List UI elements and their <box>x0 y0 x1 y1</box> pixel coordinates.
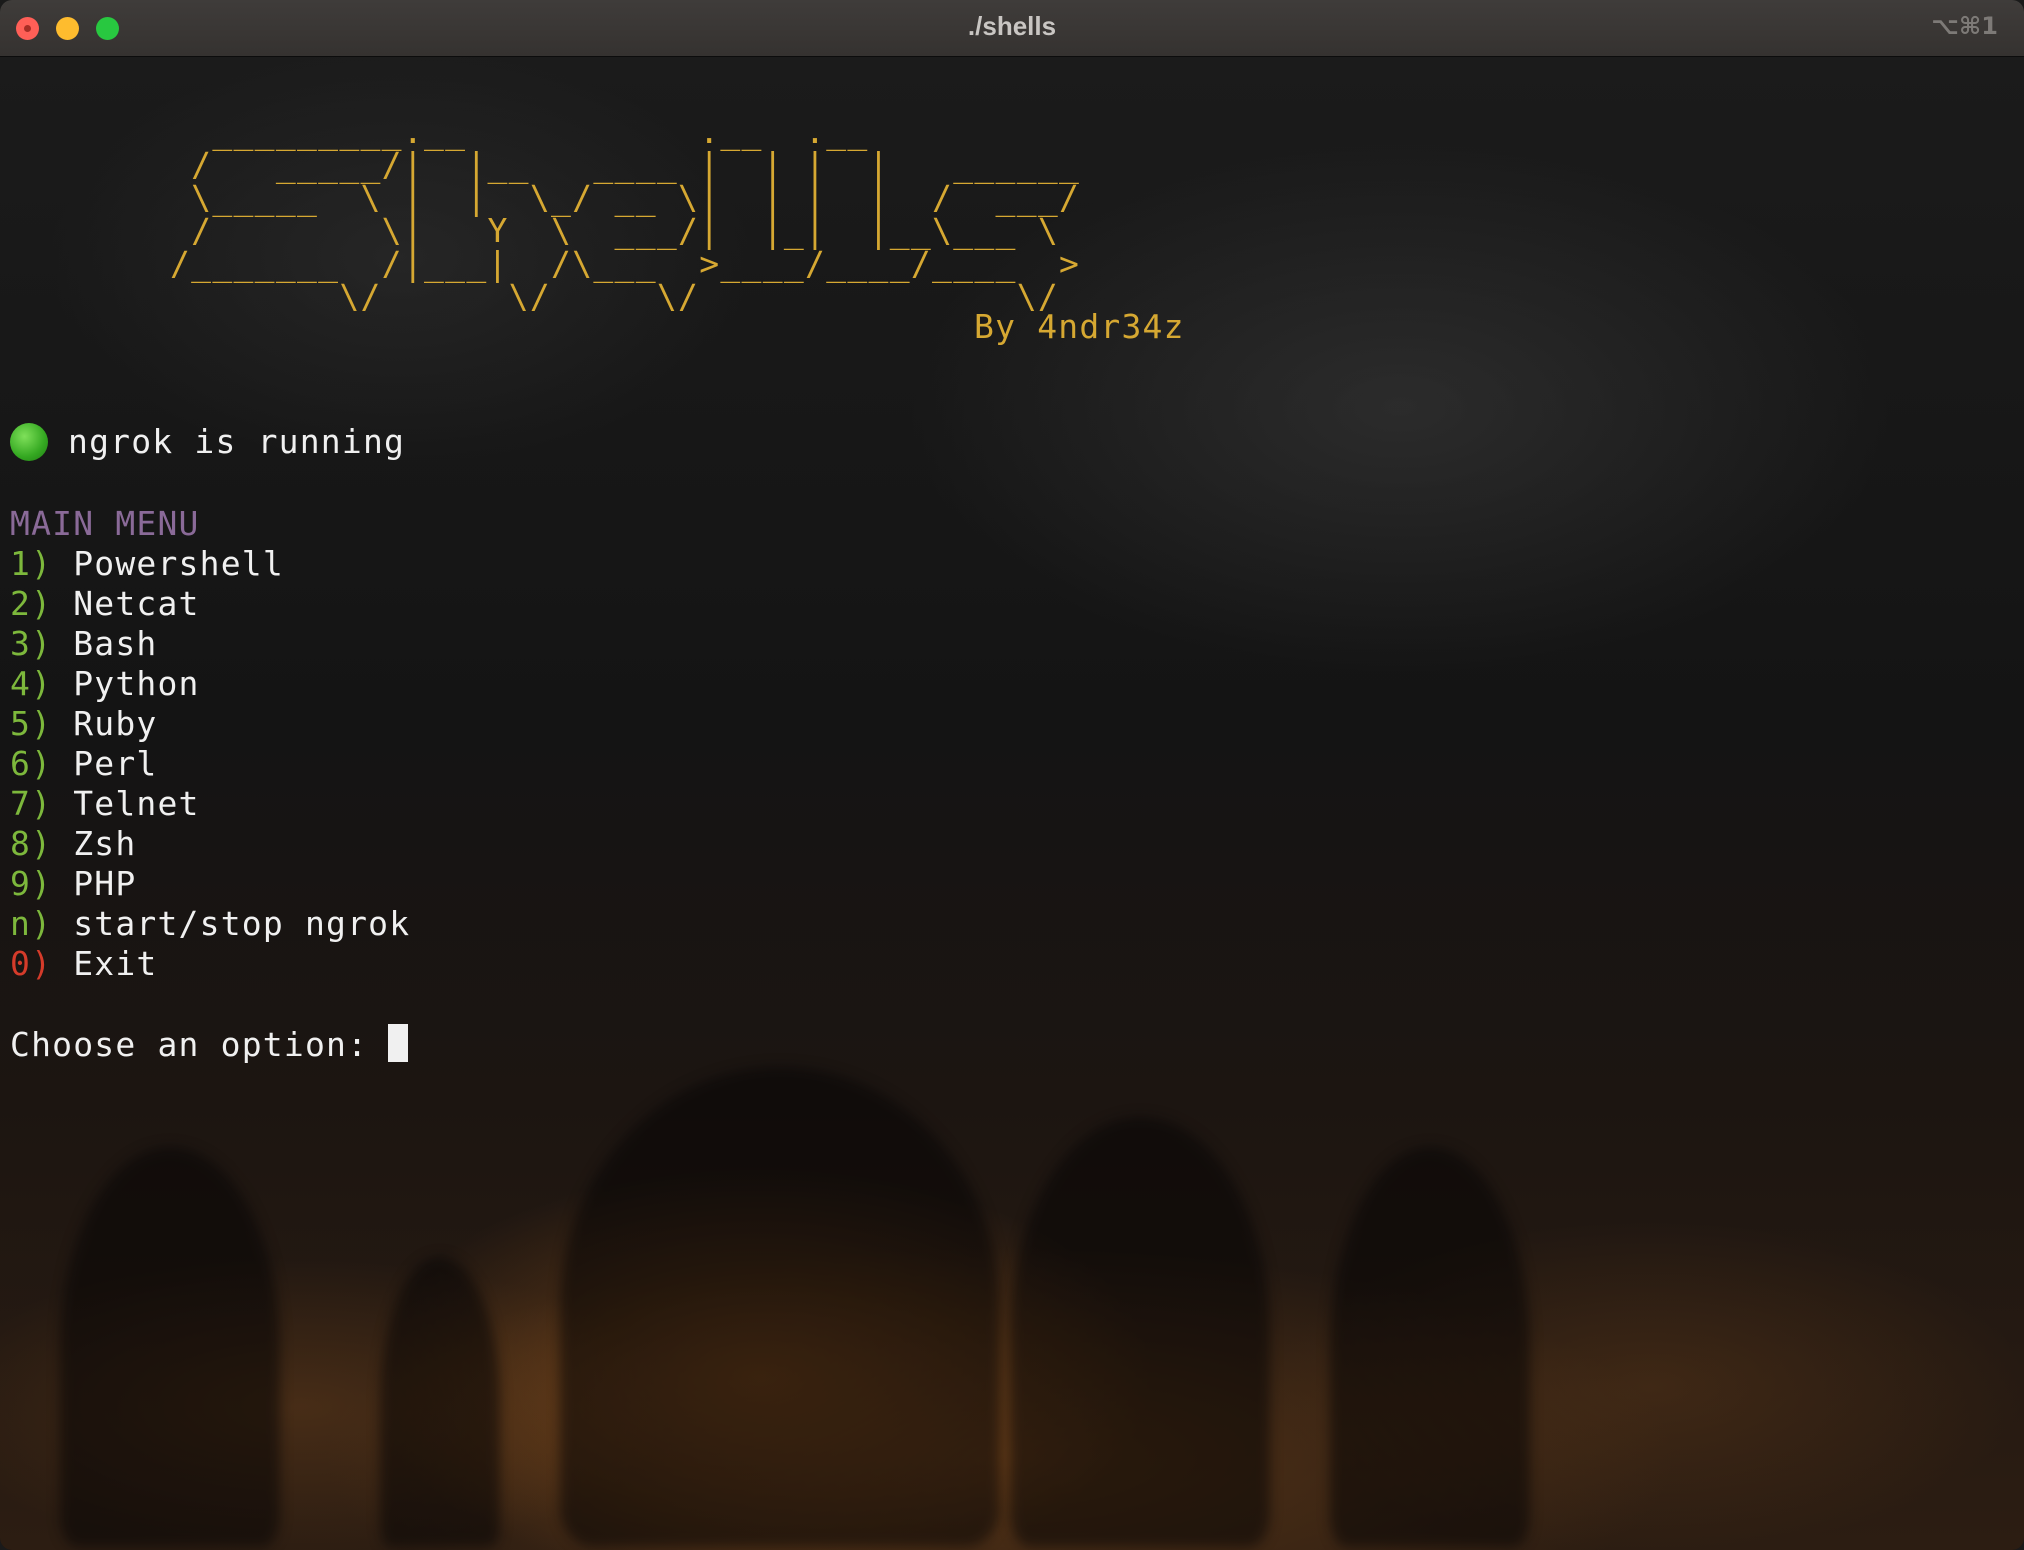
menu-item-key: 5) <box>10 704 53 743</box>
title-bar[interactable]: ./shells ⌥⌘1 <box>0 0 2024 57</box>
menu-title: MAIN MENU <box>10 504 200 543</box>
prompt-text: Choose an option: <box>10 1025 369 1064</box>
ngrok-status-text: ngrok is running <box>68 422 406 461</box>
menu-item-php[interactable]: 9) PHP <box>10 864 136 904</box>
menu-item-key: 6) <box>10 744 53 783</box>
option-prompt[interactable]: Choose an option: <box>10 1024 409 1065</box>
background-ship-image <box>1330 1147 1530 1547</box>
menu-item-telnet[interactable]: 7) Telnet <box>10 784 200 824</box>
menu-item-key: 2) <box>10 584 53 623</box>
menu-item-label: Python <box>73 664 200 703</box>
ngrok-status-line: ngrok is running <box>10 422 405 462</box>
window-shortcut: ⌥⌘1 <box>1931 12 1998 40</box>
menu-item-label: start/stop ngrok <box>73 904 411 943</box>
menu-item-label: Exit <box>73 944 158 983</box>
menu-item-label: Ruby <box>73 704 158 743</box>
menu-item-python[interactable]: 4) Python <box>10 664 200 704</box>
background-ship-image <box>560 1067 1000 1547</box>
menu-item-ruby[interactable]: 5) Ruby <box>10 704 158 744</box>
menu-item-label: Zsh <box>73 824 137 863</box>
background-ship-image <box>1010 1117 1270 1547</box>
menu-item-label: Bash <box>73 624 158 663</box>
terminal-window: ./shells ⌥⌘1 _________.__ .__ .__ / ____… <box>0 0 2024 1550</box>
menu-item-label: Powershell <box>73 544 284 583</box>
menu-item-exit[interactable]: 0) Exit <box>10 944 158 984</box>
ascii-art-banner: _________.__ .__ .__ / _____/| |__ ____ … <box>170 112 1081 316</box>
background-ship-image <box>380 1257 500 1547</box>
menu-item-key: 1) <box>10 544 53 583</box>
text-cursor <box>388 1024 409 1062</box>
menu-item-perl[interactable]: 6) Perl <box>10 744 158 784</box>
green-circle-icon <box>10 423 48 461</box>
window-title: ./shells <box>967 11 1057 41</box>
menu-item-key: 7) <box>10 784 53 823</box>
menu-item-key: 3) <box>10 624 53 663</box>
menu-item-ngrok-toggle[interactable]: n) start/stop ngrok <box>10 904 410 944</box>
terminal-content[interactable]: _________.__ .__ .__ / _____/| |__ ____ … <box>0 57 2024 1550</box>
menu-item-key: 4) <box>10 664 53 703</box>
menu-item-key: 8) <box>10 824 53 863</box>
author-byline: By 4ndr34z <box>974 307 1185 346</box>
background-ship-image <box>60 1147 280 1547</box>
menu-item-label: Telnet <box>73 784 200 823</box>
menu-item-zsh[interactable]: 8) Zsh <box>10 824 136 864</box>
menu-item-key: 9) <box>10 864 53 903</box>
menu-item-label: Netcat <box>73 584 200 623</box>
menu-item-label: PHP <box>73 864 137 903</box>
menu-item-key: 0) <box>10 944 53 983</box>
menu-item-bash[interactable]: 3) Bash <box>10 624 158 664</box>
menu-item-netcat[interactable]: 2) Netcat <box>10 584 200 624</box>
menu-item-powershell[interactable]: 1) Powershell <box>10 544 284 584</box>
menu-item-key: n) <box>10 904 53 943</box>
menu-item-label: Perl <box>73 744 158 783</box>
